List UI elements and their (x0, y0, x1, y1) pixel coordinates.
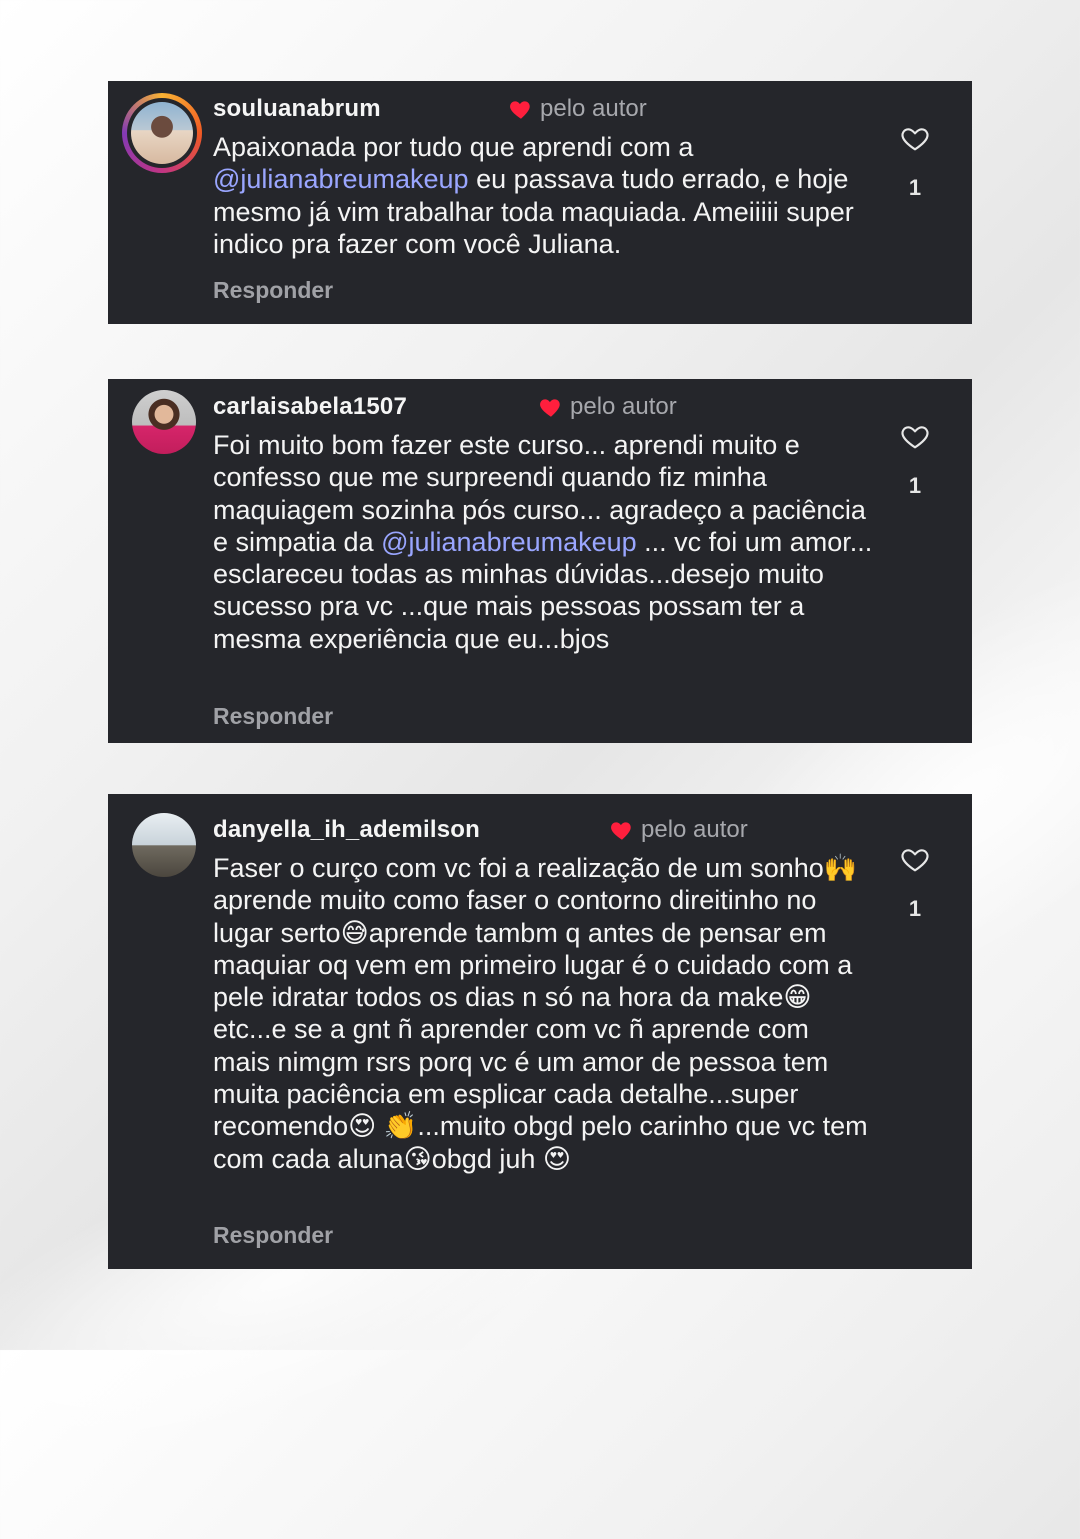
mention-link[interactable]: @julianabreumakeup (213, 164, 469, 194)
liked-by-author-badge: pelo autor (538, 393, 677, 421)
liked-by-author-badge: pelo autor (508, 95, 647, 123)
comment-text: Foi muito bom fazer este curso... aprend… (213, 429, 873, 655)
like-count: 1 (908, 175, 922, 200)
badge-label: pelo autor (570, 393, 677, 420)
like-count: 1 (908, 473, 922, 498)
avatar[interactable] (132, 390, 196, 454)
heart-filled-icon (510, 101, 530, 119)
avatar-story-ring[interactable] (122, 93, 202, 173)
liked-by-author-badge: pelo autor (609, 816, 748, 844)
badge-label: pelo autor (540, 95, 647, 122)
heart-outline-icon[interactable] (898, 843, 932, 875)
comment-card: danyella_ih_ademilson pelo autor Faser o… (108, 794, 972, 1269)
username[interactable]: danyella_ih_ademilson (213, 816, 480, 844)
mention-link[interactable]: @julianabreumakeup (381, 527, 637, 557)
reply-button[interactable]: Responder (213, 1222, 333, 1249)
badge-label: pelo autor (641, 816, 748, 843)
username[interactable]: souluanabrum (213, 95, 381, 123)
comment-text: Apaixonada por tudo que aprendi com a @j… (213, 131, 873, 260)
heart-outline-icon[interactable] (898, 122, 932, 154)
heart-filled-icon (611, 822, 631, 840)
username[interactable]: carlaisabela1507 (213, 393, 407, 421)
heart-outline-icon[interactable] (898, 420, 932, 452)
comment-text: Faser o curço com vc foi a realização de… (213, 853, 868, 1174)
comment-text-part: Apaixonada por tudo que aprendi com a (213, 132, 694, 162)
avatar (131, 102, 193, 164)
heart-filled-icon (540, 399, 560, 417)
avatar[interactable] (132, 813, 196, 877)
comment-card: souluanabrum pelo autor Apaixonada por t… (108, 81, 972, 324)
comment-card: carlaisabela1507 pelo autor Foi muito bo… (108, 379, 972, 743)
reply-button[interactable]: Responder (213, 703, 333, 730)
reply-button[interactable]: Responder (213, 277, 333, 304)
like-count: 1 (908, 896, 922, 921)
